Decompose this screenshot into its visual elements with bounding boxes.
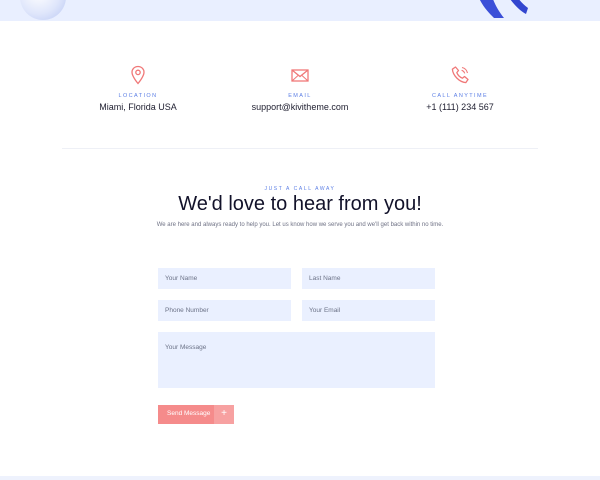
phone-input[interactable]: [158, 300, 291, 321]
info-phone: CALL ANYTIME +1 (111) 234 567: [370, 64, 550, 112]
info-location: LOCATION Miami, Florida USA: [48, 64, 228, 112]
info-value: support@kivitheme.com: [251, 102, 349, 112]
location-pin-icon: [131, 65, 145, 85]
section-divider: [62, 148, 538, 149]
heading-light: hear from you!: [287, 193, 422, 215]
section-eyebrow: JUST A CALL AWAY: [264, 186, 336, 192]
email-input[interactable]: [302, 300, 435, 321]
info-value: +1 (111) 234 567: [426, 102, 494, 112]
envelope-icon: [291, 69, 309, 82]
first-name-input[interactable]: [158, 268, 291, 289]
info-email: EMAIL support@kivitheme.com: [210, 64, 390, 112]
info-label: LOCATION: [118, 93, 158, 99]
heading-emphasis: We'd love to: [178, 193, 288, 215]
section-subtext: We are here and always ready to help you…: [156, 222, 444, 228]
phone-icon: [451, 66, 469, 84]
info-value: Miami, Florida USA: [99, 102, 177, 112]
footer-edge: [0, 476, 600, 480]
decorative-ribbon-graphic: [479, 0, 528, 18]
message-textarea[interactable]: [158, 332, 435, 388]
send-message-label: Send Message: [167, 410, 211, 417]
send-message-button[interactable]: Send Message +: [158, 405, 234, 424]
section-heading: We'd love to hear from you!: [0, 193, 600, 216]
plus-icon: +: [214, 405, 234, 424]
info-label: CALL ANYTIME: [431, 93, 489, 99]
last-name-input[interactable]: [302, 268, 435, 289]
info-label: EMAIL: [288, 93, 312, 99]
